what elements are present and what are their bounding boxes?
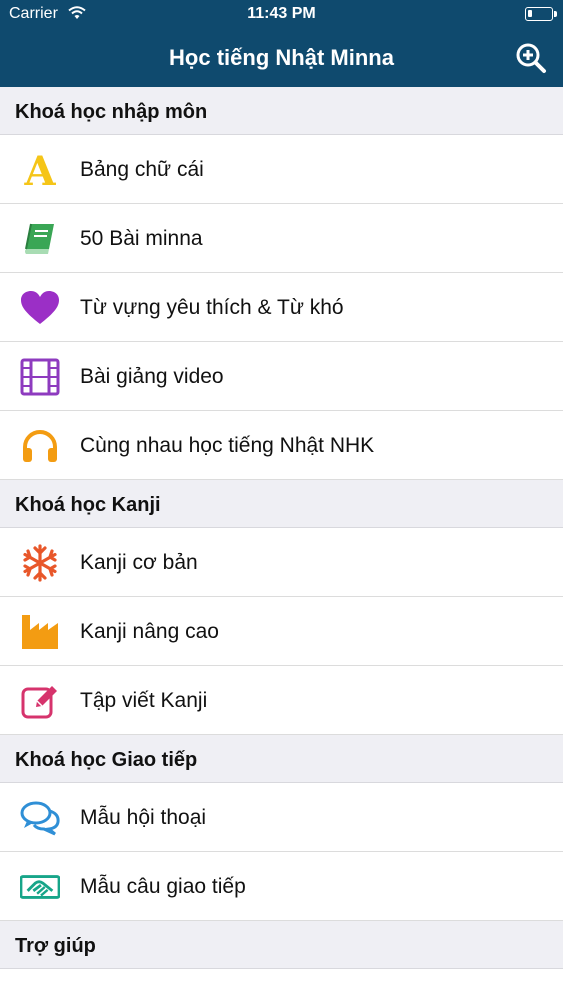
edit-icon — [20, 682, 60, 720]
list-item[interactable]: 50 Bài minna — [0, 204, 563, 273]
navigation-bar: Học tiếng Nhật Minna — [0, 30, 563, 87]
snowflake-icon — [20, 544, 60, 582]
list-item[interactable]: Mẫu câu giao tiếp — [0, 852, 563, 921]
list-item-label: Bảng chữ cái — [80, 158, 204, 181]
list-item[interactable]: Tập viết Kanji — [0, 666, 563, 735]
list-item[interactable]: Cùng nhau học tiếng Nhật NHK — [0, 411, 563, 480]
section-header: Khoá học Kanji — [0, 480, 563, 528]
list-item[interactable]: Mẫu hội thoại — [0, 783, 563, 852]
handshake-icon — [20, 868, 60, 906]
heart-icon — [20, 289, 60, 327]
list-item-label: Từ vựng yêu thích & Từ khó — [80, 296, 344, 319]
svg-text:A: A — [23, 151, 56, 189]
list-item-label: Bài giảng video — [80, 365, 224, 388]
chat-icon — [20, 799, 60, 837]
list-item[interactable]: Bài giảng video — [0, 342, 563, 411]
factory-icon — [20, 613, 60, 651]
section-header: Khoá học nhập môn — [0, 87, 563, 135]
list-item-label: Kanji cơ bản — [80, 551, 198, 574]
status-bar: Carrier 11:43 PM — [0, 0, 563, 30]
clock: 11:43 PM — [247, 5, 316, 22]
list-item[interactable]: A Bảng chữ cái — [0, 135, 563, 204]
list-item-label: Kanji nâng cao — [80, 620, 219, 643]
list-item[interactable]: Kanji nâng cao — [0, 597, 563, 666]
page-title: Học tiếng Nhật Minna — [169, 45, 394, 70]
film-icon — [20, 358, 60, 396]
list-item[interactable]: Kanji cơ bản — [0, 528, 563, 597]
headphones-icon — [20, 427, 60, 465]
section-header: Trợ giúp — [0, 921, 563, 969]
list-item-label: Mẫu câu giao tiếp — [80, 875, 246, 898]
list-item-label: 50 Bài minna — [80, 227, 203, 250]
list-item-label: Tập viết Kanji — [80, 689, 208, 712]
zoom-in-icon[interactable] — [515, 42, 547, 74]
book-icon — [20, 220, 60, 258]
letter-a-icon: A — [20, 151, 60, 189]
menu-list: Khoá học nhập môn A Bảng chữ cái 50 Bài min… — [0, 87, 563, 969]
battery-icon — [525, 7, 557, 21]
list-item[interactable]: Từ vựng yêu thích & Từ khó — [0, 273, 563, 342]
list-item-label: Cùng nhau học tiếng Nhật NHK — [80, 434, 375, 457]
section-header: Khoá học Giao tiếp — [0, 735, 563, 783]
list-item-label: Mẫu hội thoại — [80, 806, 207, 829]
